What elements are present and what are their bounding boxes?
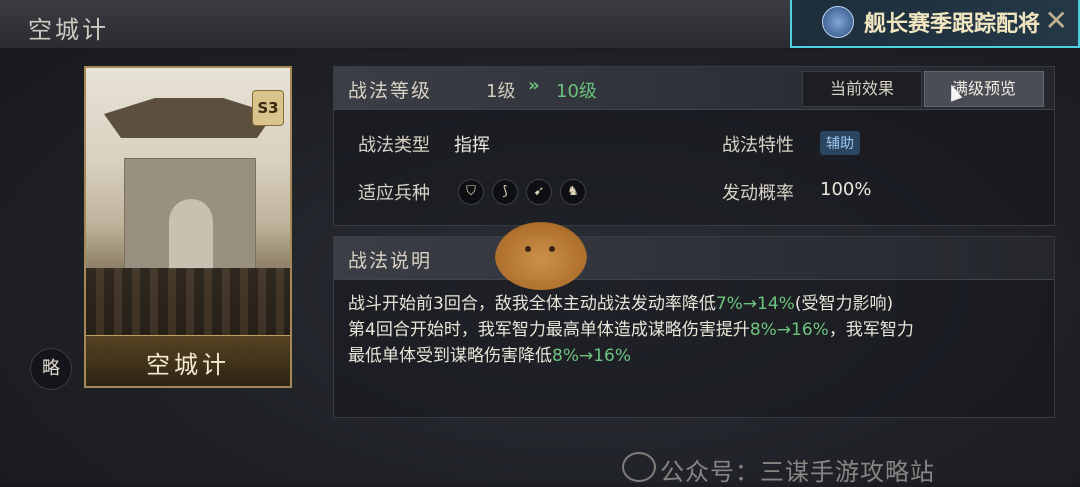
event-banner[interactable]: 舰长赛季跟踪配将 ✕ xyxy=(790,0,1080,48)
level-label: 战法等级 xyxy=(348,80,433,102)
desc-highlight: 8%→16% xyxy=(552,346,631,366)
description-title: 战法说明 xyxy=(348,250,433,272)
tactic-description-panel: 战法说明 战斗开始前3回合，敌我全体主动战法发动率降低7%→14%(受智力影响)… xyxy=(333,236,1055,418)
card-name: 空城计 xyxy=(146,351,230,379)
gate-tower-art xyxy=(104,98,274,138)
mascot-eye xyxy=(525,246,531,252)
gate-arch-art xyxy=(169,199,213,269)
event-banner-text: 舰长赛季跟踪配将 xyxy=(864,12,1041,37)
page-title: 空城计 xyxy=(28,16,109,44)
desc-highlight: 7%→14% xyxy=(715,294,795,314)
wechat-icon xyxy=(622,452,656,482)
desc-text: ，我军智力 xyxy=(828,320,914,340)
season-badge: S3 xyxy=(252,90,284,126)
description-header: 战法说明 xyxy=(334,237,1054,280)
desc-text: 第4回合开始时，我军智力最高单体造成谋略伤害提升 xyxy=(348,320,750,340)
watermark-text: 公众号：三谋手游攻略站 xyxy=(660,458,935,486)
level-to: 10级 xyxy=(556,81,597,102)
mascot-sticker-icon xyxy=(495,222,587,290)
desc-text: (受智力影响) xyxy=(794,294,894,314)
tactic-trait-label: 战法特性 xyxy=(722,135,794,156)
tactic-type-label: 战法类型 xyxy=(358,135,430,156)
tactic-card: S3 空城计 xyxy=(84,66,292,388)
bow-icon: ⟆ xyxy=(492,179,518,205)
description-line-1: 战斗开始前3回合，敌我全体主动战法发动率降低7%→14%(受智力影响) xyxy=(348,291,1048,317)
crossed-swords-icon: ✕ xyxy=(1044,4,1068,37)
tab-current-effect[interactable]: 当前效果 xyxy=(802,71,922,107)
desc-highlight: 8%→16% xyxy=(749,320,829,340)
trigger-rate-value: 100% xyxy=(820,179,872,200)
tactic-type-value: 指挥 xyxy=(454,135,490,156)
mascot-eye xyxy=(549,246,555,252)
description-line-3: 最低单体受到谋略伤害降低8%→16% xyxy=(348,343,1048,369)
brief-toggle-button[interactable]: 略 xyxy=(30,348,72,390)
level-from: 1级 xyxy=(486,81,516,102)
level-arrow-icon: » xyxy=(528,75,540,96)
desc-text: 最低单体受到谋略伤害降低 xyxy=(348,346,552,366)
spear-icon: ➹ xyxy=(526,179,552,205)
tab-max-level-preview[interactable]: 满级预览 xyxy=(924,71,1044,107)
city-gate-art xyxy=(124,158,256,270)
horse-icon: ♞ xyxy=(560,179,586,205)
card-name-plate: 空城计 xyxy=(86,335,290,386)
troop-types-label: 适应兵种 xyxy=(358,183,430,204)
trigger-rate-label: 发动概率 xyxy=(722,183,794,204)
desc-text: 战斗开始前3回合，敌我全体主动战法发动率降低 xyxy=(348,294,716,314)
anchor-emblem-icon xyxy=(822,6,854,38)
shield-icon: ⛉ xyxy=(458,179,484,205)
description-line-2: 第4回合开始时，我军智力最高单体造成谋略伤害提升8%→16%，我军智力 xyxy=(348,317,1048,343)
description-text: 战斗开始前3回合，敌我全体主动战法发动率降低7%→14%(受智力影响) 第4回合… xyxy=(348,291,1048,369)
tactic-trait-badge: 辅助 xyxy=(820,131,860,155)
